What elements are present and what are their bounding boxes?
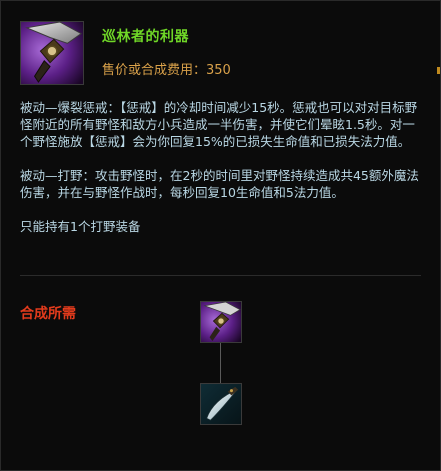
limit-text: 只能持有1个打野装备 bbox=[20, 219, 141, 234]
item-icon[interactable] bbox=[20, 21, 84, 85]
rangers-blade-icon bbox=[21, 22, 83, 84]
item-name: 巡林者的利器 bbox=[102, 29, 189, 45]
section-divider bbox=[20, 275, 421, 276]
hunters-machete-icon bbox=[201, 384, 241, 424]
item-price: 售价或合成费用：350 bbox=[102, 63, 231, 78]
recipe-root-item[interactable] bbox=[200, 301, 242, 343]
recipe-title: 合成所需 bbox=[20, 306, 76, 322]
edge-accent-mark bbox=[437, 67, 440, 74]
passive-smite-text: 被动—爆裂惩戒：【惩戒】的冷却时间减少15秒。惩戒也可以对对目标野怪附近的所有野… bbox=[20, 100, 418, 149]
item-description: 被动—爆裂惩戒：【惩戒】的冷却时间减少15秒。惩戒也可以对对目标野怪附近的所有野… bbox=[20, 99, 424, 252]
recipe-component-item[interactable] bbox=[200, 383, 242, 425]
rangers-blade-icon bbox=[201, 302, 241, 342]
passive-jungle-text: 被动—打野：攻击野怪时，在2秒的时间里对野怪持续造成共45额外魔法伤害，并在与野… bbox=[20, 168, 419, 200]
recipe-tree-connector bbox=[220, 343, 221, 383]
item-tooltip: 巡林者的利器 售价或合成费用：350 被动—爆裂惩戒：【惩戒】的冷却时间减少15… bbox=[0, 0, 441, 471]
